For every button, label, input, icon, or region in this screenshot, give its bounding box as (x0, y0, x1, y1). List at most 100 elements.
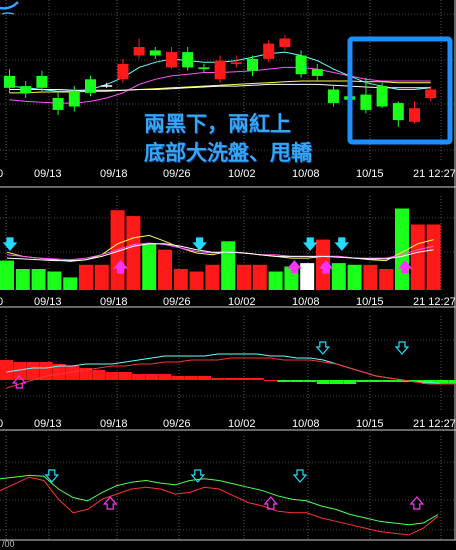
date-tick-label: 0 (0, 418, 4, 430)
indicator-2-bar (92, 370, 106, 380)
corner-hook-mark (1, 12, 15, 15)
indicator-2-bar (105, 372, 119, 380)
indicator-3-line (0, 476, 439, 536)
date-tick-label: 0 (0, 168, 4, 180)
corner-hook-mark (0, 1, 19, 10)
indicator-panel-2 (0, 341, 456, 389)
indicator-1-bar (63, 277, 78, 290)
indicator-1-line (6, 242, 434, 261)
candle-body (20, 86, 32, 93)
indicator-1-bar (142, 243, 157, 290)
indicator-2-bar (250, 378, 264, 380)
candle-body (166, 52, 177, 68)
sell-arrow-icon (302, 237, 318, 251)
candle-body (182, 52, 194, 68)
annotation-line-1: 兩黑下，兩紅上 (144, 112, 291, 136)
indicator-1-bar (300, 263, 315, 290)
indicator-2-bar (290, 380, 304, 382)
indicator-2-bar (356, 380, 370, 382)
indicator-1-bar (221, 241, 236, 290)
candle-body (133, 47, 145, 56)
indicator-2-bar (132, 374, 145, 380)
sell-arrow-icon (292, 469, 308, 483)
indicator-2-bar (26, 362, 40, 380)
sell-arrow-icon (315, 341, 331, 355)
candle-body (409, 108, 420, 122)
indicator-2-bar (237, 378, 251, 380)
candle-body (36, 75, 48, 88)
indicator-2-bar (369, 380, 383, 382)
sell-arrow-icon (192, 237, 207, 251)
corner-label: /00 (2, 539, 15, 549)
indicator-1-bar (252, 264, 267, 290)
candle-body (279, 38, 291, 47)
indicator-2-bar (330, 380, 343, 384)
indicator-panel-3 (0, 469, 439, 536)
indicator-2-bar (448, 380, 456, 384)
date-tick-label: 09/26 (163, 418, 191, 430)
indicator-1-bar (331, 263, 346, 290)
indicator-1-bar (205, 264, 220, 290)
stock-chart-svg (0, 0, 456, 541)
indicator-2-bar (343, 380, 357, 384)
date-tick-label: 10/08 (292, 168, 320, 180)
indicator-1-bar (173, 269, 188, 290)
candle-body (328, 89, 339, 104)
sell-arrow-icon (2, 237, 18, 251)
indicator-1-bar (363, 264, 378, 290)
indicator-1-bar (158, 249, 172, 290)
date-tick-label: 09/18 (100, 168, 128, 180)
indicator-1-bar (94, 264, 109, 290)
date-tick-label: 0 (0, 296, 4, 308)
indicator-2-bar (224, 378, 238, 380)
candle-body (295, 55, 307, 75)
date-tick-label: 21 12:27 (413, 296, 456, 308)
candle-body (85, 79, 96, 93)
indicator-1-bar (79, 264, 93, 290)
indicator-2-bar (277, 380, 291, 382)
date-tick-label: 09/13 (34, 168, 62, 180)
indicator-1-bar (379, 269, 394, 290)
indicator-2-bar (158, 374, 172, 380)
date-tick-label: 10/08 (292, 296, 320, 308)
chart-stage: 兩黑下，兩紅上 底部大洗盤、甩轎 0 09/13 09/18 09/26 10/02 10… (0, 0, 456, 550)
indicator-2-bar (316, 380, 330, 384)
date-tick-label: 21 12:27 (413, 418, 456, 430)
indicator-1-bar (15, 269, 30, 290)
candle-body (198, 67, 210, 70)
indicator-1-line (6, 234, 434, 262)
indicator-2-bar (382, 380, 396, 382)
candle-body (149, 50, 161, 56)
indicator-2-bar (145, 374, 159, 380)
candle-body (392, 103, 404, 121)
indicator-2-bar (118, 372, 132, 380)
indicator-panel-1 (0, 208, 441, 290)
indicator-2-bar (171, 376, 185, 380)
date-tick-label: 10/02 (228, 168, 256, 180)
date-tick-label: 10/15 (356, 418, 384, 430)
indicator-1-bar (31, 269, 46, 290)
annotation-line-2: 底部大洗盤、甩轎 (144, 141, 312, 165)
date-tick-label: 09/13 (34, 418, 62, 430)
candle-body (263, 43, 275, 59)
indicator-2-bar (0, 360, 13, 380)
date-tick-label: 10/15 (356, 168, 384, 180)
date-tick-label: 09/26 (163, 296, 191, 308)
candle-body (311, 69, 323, 76)
candle-body (101, 85, 113, 87)
buy-arrow-icon (409, 496, 425, 510)
date-tick-label: 10/15 (356, 296, 384, 308)
indicator-1-bar (126, 216, 141, 290)
indicator-1-bar (410, 224, 425, 290)
candle-body (360, 94, 372, 110)
buy-arrow-icon (102, 496, 118, 510)
indicator-2-bar (184, 376, 198, 380)
indicator-1-bar (0, 260, 14, 290)
sell-arrow-icon (334, 237, 350, 251)
candle-body (214, 60, 226, 80)
indicator-1-bar (426, 224, 441, 290)
candle-body (376, 86, 388, 107)
indicator-2-bar (198, 376, 211, 380)
indicator-1-bar (47, 271, 62, 290)
indicator-1-bar (347, 264, 362, 290)
